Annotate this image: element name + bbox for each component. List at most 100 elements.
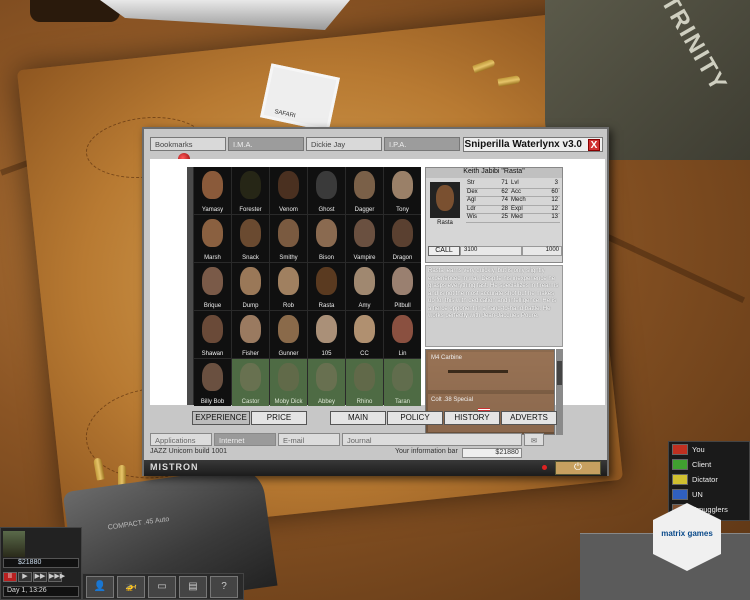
- price-button[interactable]: PRICE: [251, 411, 307, 425]
- merc-card[interactable]: Taran: [384, 359, 421, 406]
- merc-card-name: Forester: [239, 207, 262, 213]
- status-bar: JAZZ Unicorn build 1001 Your information…: [150, 448, 605, 458]
- tab-applications[interactable]: Applications: [150, 433, 212, 446]
- policy-button[interactable]: POLICY: [387, 411, 443, 425]
- stat-value: 25: [484, 214, 510, 223]
- merc-card[interactable]: Amy: [346, 263, 383, 310]
- window-title-text: Sniperilla Waterlynx v3.0: [464, 139, 582, 150]
- merc-card[interactable]: CC: [346, 311, 383, 358]
- merc-card[interactable]: Vampire: [346, 215, 383, 262]
- merc-card-name: Amy: [358, 303, 371, 309]
- toolbar-button[interactable]: ?: [210, 576, 238, 598]
- merc-card[interactable]: Bison: [308, 215, 345, 262]
- merc-portrait: [354, 171, 375, 199]
- player-avatar[interactable]: [3, 531, 25, 557]
- toolbar-button[interactable]: ▭: [148, 576, 176, 598]
- merc-portrait: [240, 267, 261, 295]
- merc-card[interactable]: Castor: [232, 359, 269, 406]
- merc-card[interactable]: Brique: [194, 263, 231, 310]
- merc-card[interactable]: Rhino: [346, 359, 383, 406]
- merc-card[interactable]: Ghost: [308, 167, 345, 214]
- merc-portrait: [316, 363, 337, 391]
- merc-full-name: Keith Jabibi "Rasta": [426, 168, 562, 178]
- merc-card[interactable]: Tony: [384, 167, 421, 214]
- merc-portrait: [354, 315, 375, 343]
- merc-portrait: [278, 171, 299, 199]
- merc-card[interactable]: Shawan: [194, 311, 231, 358]
- merc-nickname: Rasta: [437, 220, 453, 226]
- tab-ima[interactable]: I.M.A.: [228, 137, 304, 151]
- legend-item[interactable]: Client: [669, 457, 749, 472]
- merc-card[interactable]: Dragon: [384, 215, 421, 262]
- merc-card[interactable]: Rob: [270, 263, 307, 310]
- merc-card[interactable]: Dagger: [346, 167, 383, 214]
- merc-card[interactable]: Marsh: [194, 215, 231, 262]
- merc-card-name: 105: [321, 351, 332, 357]
- toolbar-button[interactable]: 👤: [86, 576, 114, 598]
- merc-card-name: Castor: [241, 399, 260, 405]
- call-button[interactable]: CALL: [428, 246, 460, 256]
- merc-card[interactable]: Snack: [232, 215, 269, 262]
- merc-portrait: [240, 315, 261, 343]
- mail-icon[interactable]: ✉: [524, 433, 544, 446]
- stat-value: 28: [484, 206, 510, 214]
- merc-card[interactable]: Dump: [232, 263, 269, 310]
- time-control-button[interactable]: ▶: [18, 572, 32, 582]
- call-price-secondary: 1000: [522, 246, 562, 256]
- merc-card[interactable]: Moby Dick: [270, 359, 307, 406]
- power-led-icon: [542, 465, 547, 470]
- time-control-button[interactable]: ▶▶▶: [48, 572, 65, 582]
- merc-portrait: [202, 219, 223, 247]
- merc-card-name: Moby Dick: [274, 399, 303, 405]
- merc-portrait: [202, 267, 223, 295]
- history-button[interactable]: HISTORY: [444, 411, 500, 425]
- scrollbar-thumb[interactable]: [557, 361, 562, 385]
- merc-card-name: Shawan: [201, 351, 224, 357]
- info-bar: Your information bar $21880: [395, 448, 605, 458]
- tab-ipa[interactable]: I.P.A.: [384, 137, 460, 151]
- toolbar-button[interactable]: 🚁: [117, 576, 145, 598]
- time-control-button[interactable]: ▶▶: [33, 572, 47, 582]
- merc-card-name: Dump: [242, 303, 259, 309]
- merc-portrait: [202, 171, 223, 199]
- merc-card[interactable]: Gunner: [270, 311, 307, 358]
- stat-label: Med: [510, 214, 536, 223]
- legend-item[interactable]: You: [669, 442, 749, 457]
- hud-date: Day 1, 13:26: [3, 586, 79, 597]
- merc-card[interactable]: 105: [308, 311, 345, 358]
- merc-portrait: [392, 219, 413, 247]
- merc-portrait: [354, 267, 375, 295]
- tab-dickie-jay[interactable]: Dickie Jay: [306, 137, 382, 151]
- tab-journal[interactable]: Journal: [342, 433, 522, 446]
- legend-item[interactable]: Dictator: [669, 472, 749, 487]
- merc-card[interactable]: Abbey: [308, 359, 345, 406]
- merc-card[interactable]: Rasta: [308, 263, 345, 310]
- merc-card[interactable]: Fisher: [232, 311, 269, 358]
- merc-card[interactable]: Venom: [270, 167, 307, 214]
- close-button[interactable]: X: [588, 139, 600, 151]
- window-title: Sniperilla Waterlynx v3.0 X: [463, 137, 603, 152]
- merc-card[interactable]: Smithy: [270, 215, 307, 262]
- merc-card[interactable]: Billy Bob: [194, 359, 231, 406]
- merc-card[interactable]: Pitbull: [384, 263, 421, 310]
- toolbar-button[interactable]: ▤: [179, 576, 207, 598]
- merc-card[interactable]: Forester: [232, 167, 269, 214]
- tab-internet[interactable]: Internet: [214, 433, 276, 446]
- merc-card[interactable]: Lin: [384, 311, 421, 358]
- equipment-item[interactable]: M4 Carbine: [428, 352, 554, 390]
- info-bar-label: Your information bar: [395, 448, 458, 455]
- game-toolbar: 👤 🚁 ▭ ▤?: [82, 573, 244, 600]
- merc-card[interactable]: Yamasy: [194, 167, 231, 214]
- tab-email[interactable]: E-mail: [278, 433, 340, 446]
- merc-card-name: Fisher: [242, 351, 259, 357]
- tab-bookmarks[interactable]: Bookmarks: [150, 137, 226, 151]
- stat-value: 12: [536, 197, 560, 206]
- equipment-scrollbar[interactable]: [556, 349, 563, 435]
- power-button[interactable]: ⏻: [555, 461, 601, 475]
- experience-button[interactable]: EXPERIENCE: [192, 411, 250, 425]
- adverts-button[interactable]: ADVERTS: [501, 411, 557, 425]
- merc-portrait: [316, 219, 337, 247]
- time-control-button[interactable]: II: [3, 572, 17, 582]
- legend-item[interactable]: UN: [669, 487, 749, 502]
- main-button[interactable]: MAIN: [330, 411, 386, 425]
